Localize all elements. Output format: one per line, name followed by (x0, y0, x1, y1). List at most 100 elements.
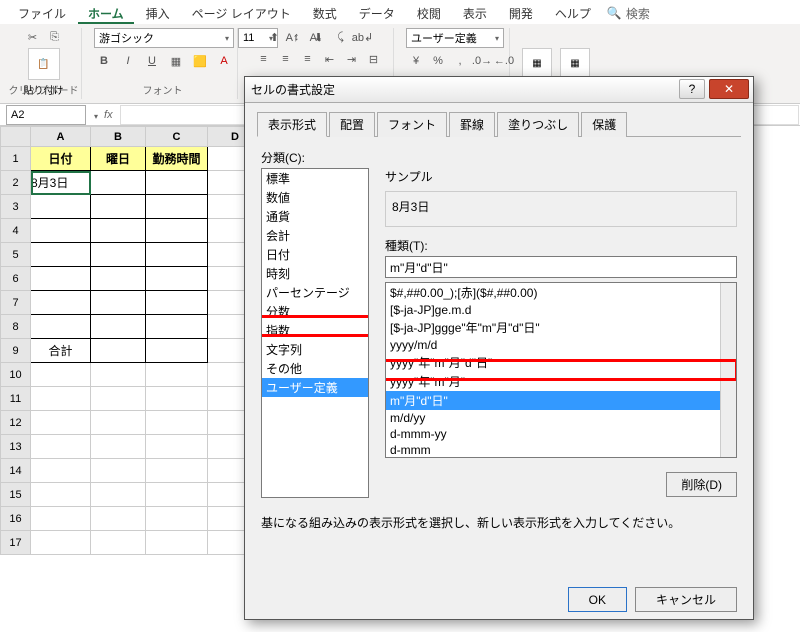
row-9[interactable]: 9 (1, 339, 31, 363)
select-all-corner[interactable] (1, 127, 31, 147)
cell-A3[interactable] (31, 195, 91, 219)
row-3[interactable]: 3 (1, 195, 31, 219)
cell-A2[interactable]: 8月3日 (31, 171, 91, 195)
col-B[interactable]: B (91, 127, 146, 147)
cell-A4[interactable] (31, 219, 91, 243)
dialog-titlebar[interactable]: セルの書式設定 ? ✕ (245, 77, 753, 103)
tab-view[interactable]: 表示 (453, 2, 497, 24)
cell-C13[interactable] (146, 435, 208, 459)
border-button[interactable]: ▦ (166, 52, 186, 70)
cat-date[interactable]: 日付 (262, 245, 368, 264)
row-5[interactable]: 5 (1, 243, 31, 267)
cell-A9[interactable]: 合計 (31, 339, 91, 363)
type-list[interactable]: $#,##0.00_);[赤]($#,##0.00) [$-ja-JP]ge.m… (385, 282, 737, 458)
cancel-button[interactable]: キャンセル (635, 587, 737, 612)
cell-B7[interactable] (91, 291, 146, 315)
cell-B17[interactable] (91, 531, 146, 555)
row-1[interactable]: 1 (1, 147, 31, 171)
cell-C15[interactable] (146, 483, 208, 507)
cell-B4[interactable] (91, 219, 146, 243)
cell-C2[interactable] (146, 171, 208, 195)
dlg-tab-font[interactable]: フォント (377, 112, 447, 137)
bold-button[interactable]: B (94, 52, 114, 70)
type-item[interactable]: yyyy"年"m"月" (386, 372, 736, 391)
align-bottom-icon[interactable]: ⬇ (309, 28, 329, 46)
fill-color-button[interactable]: 🟨 (190, 52, 210, 70)
row-16[interactable]: 16 (1, 507, 31, 531)
ribbon-search[interactable]: 🔍 検索 (603, 2, 654, 24)
tab-page-layout[interactable]: ページ レイアウト (182, 2, 301, 24)
cell-B8[interactable] (91, 315, 146, 339)
cat-standard[interactable]: 標準 (262, 169, 368, 188)
format-as-table-icon[interactable]: ▦ (560, 48, 590, 80)
cut-icon[interactable]: ✂ (23, 28, 43, 46)
row-17[interactable]: 17 (1, 531, 31, 555)
cell-C12[interactable] (146, 411, 208, 435)
cell-C7[interactable] (146, 291, 208, 315)
cell-A1[interactable]: 日付 (31, 147, 91, 171)
merge-icon[interactable]: ⊟ (364, 50, 384, 68)
dialog-help-button[interactable]: ? (679, 79, 705, 99)
cell-A15[interactable] (31, 483, 91, 507)
cell-A6[interactable] (31, 267, 91, 291)
row-4[interactable]: 4 (1, 219, 31, 243)
cell-B5[interactable] (91, 243, 146, 267)
cell-B13[interactable] (91, 435, 146, 459)
type-input[interactable] (385, 256, 737, 278)
cell-A7[interactable] (31, 291, 91, 315)
cell-B16[interactable] (91, 507, 146, 531)
font-color-button[interactable]: A (214, 52, 234, 70)
tab-data[interactable]: データ (349, 2, 405, 24)
scrollbar[interactable] (720, 283, 736, 457)
cell-C3[interactable] (146, 195, 208, 219)
cell-C9[interactable] (146, 339, 208, 363)
tab-insert[interactable]: 挿入 (136, 2, 180, 24)
dlg-tab-protection[interactable]: 保護 (581, 112, 627, 137)
col-A[interactable]: A (31, 127, 91, 147)
cell-A17[interactable] (31, 531, 91, 555)
cell-B11[interactable] (91, 387, 146, 411)
cell-B9[interactable] (91, 339, 146, 363)
cat-custom[interactable]: ユーザー定義 (262, 378, 368, 397)
cat-percent[interactable]: パーセンテージ (262, 283, 368, 302)
currency-icon[interactable]: ¥ (406, 52, 426, 70)
number-format-select[interactable]: ユーザー定義 (406, 28, 504, 48)
category-list[interactable]: 標準 数値 通貨 会計 日付 時刻 パーセンテージ 分数 指数 文字列 その他 … (261, 168, 369, 498)
type-item[interactable]: yyyy"年"m"月"d"日" (386, 353, 736, 372)
cat-accounting[interactable]: 会計 (262, 226, 368, 245)
row-12[interactable]: 12 (1, 411, 31, 435)
row-2[interactable]: 2 (1, 171, 31, 195)
cell-C5[interactable] (146, 243, 208, 267)
row-6[interactable]: 6 (1, 267, 31, 291)
underline-button[interactable]: U (142, 52, 162, 70)
cell-B15[interactable] (91, 483, 146, 507)
align-left-icon[interactable]: ≡ (254, 50, 274, 68)
type-item[interactable]: [$-ja-JP]ggge"年"m"月"d"日" (386, 318, 736, 337)
row-7[interactable]: 7 (1, 291, 31, 315)
cat-number[interactable]: 数値 (262, 188, 368, 207)
cell-B2[interactable] (91, 171, 146, 195)
cell-B10[interactable] (91, 363, 146, 387)
cell-C17[interactable] (146, 531, 208, 555)
wrap-text-icon[interactable]: ab↲ (353, 28, 373, 46)
paste-button[interactable]: 📋 (28, 48, 60, 80)
cell-B14[interactable] (91, 459, 146, 483)
cell-A8[interactable] (31, 315, 91, 339)
comma-icon[interactable]: , (450, 52, 470, 70)
cell-C16[interactable] (146, 507, 208, 531)
dlg-tab-alignment[interactable]: 配置 (329, 112, 375, 137)
tab-file[interactable]: ファイル (8, 2, 76, 24)
orientation-icon[interactable]: ⤹ (331, 28, 351, 46)
tab-developer[interactable]: 開発 (499, 2, 543, 24)
cell-C4[interactable] (146, 219, 208, 243)
tab-formulas[interactable]: 数式 (303, 2, 347, 24)
col-C[interactable]: C (146, 127, 208, 147)
name-box[interactable] (6, 105, 86, 125)
type-item[interactable]: d-mmm (386, 442, 736, 458)
type-item[interactable]: yyyy/m/d (386, 337, 736, 353)
type-item[interactable]: [$-ja-JP]ge.m.d (386, 302, 736, 318)
cell-A13[interactable] (31, 435, 91, 459)
cell-A10[interactable] (31, 363, 91, 387)
row-14[interactable]: 14 (1, 459, 31, 483)
cat-currency[interactable]: 通貨 (262, 207, 368, 226)
